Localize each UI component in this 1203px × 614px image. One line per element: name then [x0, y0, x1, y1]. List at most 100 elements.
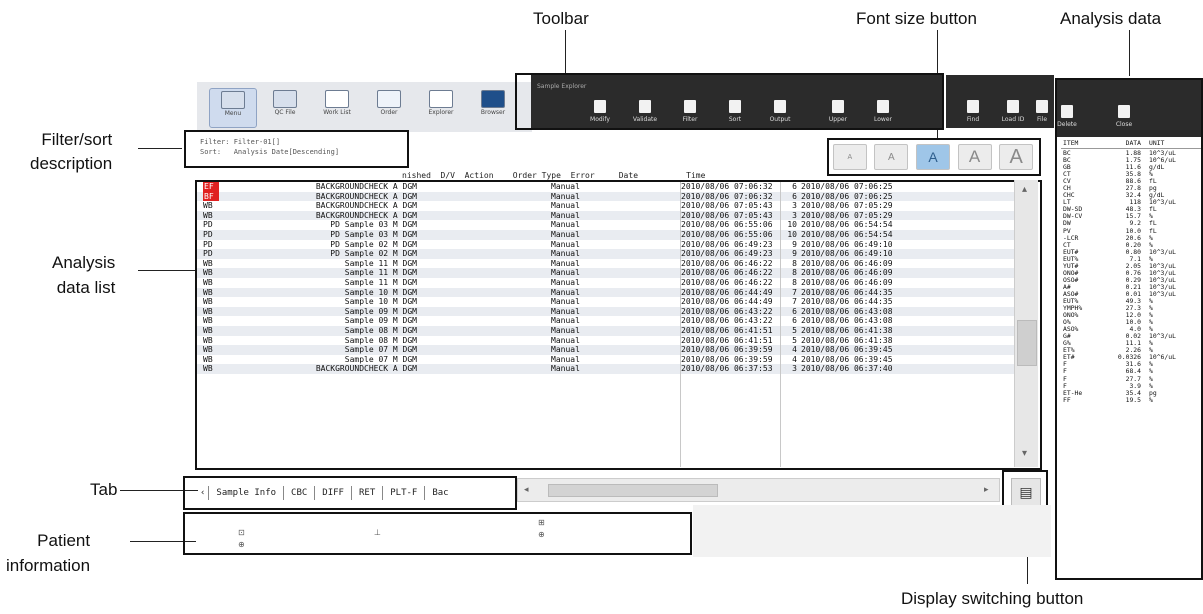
delete-icon	[1061, 105, 1073, 118]
order-button[interactable]: Order	[365, 88, 413, 128]
tab-ret[interactable]: RET	[352, 486, 384, 500]
output-button[interactable]: Output	[763, 99, 797, 129]
callout-analysis-data-list-line2: data list	[56, 278, 116, 297]
display-switching-button[interactable]: ▤	[1011, 478, 1041, 506]
font-size-button-s[interactable]: A	[874, 144, 909, 170]
tab-bar: ‹ Sample Info CBC DIFF RET PLT-F Bac	[197, 484, 513, 502]
patient-mark-4: ⊕	[538, 530, 545, 539]
callout-display-switching-button: Display switching button	[901, 589, 1084, 608]
header-item: ITEM	[1063, 139, 1079, 147]
modify-button[interactable]: Modify	[583, 99, 617, 129]
leader-toolbar	[565, 30, 566, 74]
patient-information: ⊡ ⊥ ⊞ ⊕ ⊕	[200, 518, 680, 558]
explorer-button[interactable]: Explorer	[417, 88, 465, 128]
callout-analysis-data-list-line1: Analysis	[52, 253, 116, 272]
work-list-button[interactable]: Work List	[313, 88, 361, 128]
callout-toolbar: Toolbar	[533, 9, 589, 28]
qc-file-button[interactable]: QC File	[261, 88, 309, 128]
font-size-buttons: A A A A A	[829, 140, 1037, 174]
callout-analysis-data: Analysis data	[1060, 9, 1162, 28]
scroll-up-icon[interactable]: ▴	[1022, 184, 1027, 195]
header-unit: UNIT	[1149, 139, 1165, 147]
order-icon	[377, 90, 401, 108]
tab-left-arrow[interactable]: ‹	[197, 486, 210, 500]
sort-icon	[729, 100, 741, 113]
tab-diff[interactable]: DIFF	[315, 486, 352, 500]
horizontal-scroll-thumb[interactable]	[548, 484, 718, 497]
callout-font-size-button: Font size button	[856, 9, 977, 28]
analysis-data-table: ITEM DATA UNIT BC 1.88 10^3/uL BC 1.75 10^6/u…	[1061, 139, 1201, 404]
upper-button[interactable]: Upper	[821, 99, 855, 129]
primary-toolbar: Menu QC File Work List Order Explorer Br…	[197, 82, 532, 132]
patient-mark-1: ⊡	[238, 528, 245, 537]
font-size-button-l[interactable]: A	[957, 144, 992, 170]
scroll-right-icon[interactable]: ▸	[984, 484, 989, 495]
worklist-icon	[325, 90, 349, 108]
explorer-toolbar-title: Sample Explorer	[537, 83, 587, 90]
output-icon	[774, 100, 786, 113]
leader-analysis-list	[138, 270, 196, 271]
tab-bac[interactable]: Bac	[425, 486, 455, 500]
font-size-button-xl[interactable]: A	[999, 144, 1034, 170]
callout-filter-sort: Filter/sort description	[30, 128, 112, 176]
filter-sort-description: Filter: Filter-01[] Sort: Analysis Date[D…	[200, 137, 339, 157]
right-toolbar: Find Load ID File	[946, 75, 1054, 128]
item-unit: 10^6/uL	[1149, 353, 1176, 362]
patient-mark-5: ⊕	[238, 540, 245, 549]
callout-tab: Tab	[90, 480, 118, 499]
callout-patient-information-line1: Patient	[37, 531, 91, 550]
sort-line: Sort: Analysis Date[Descending]	[200, 148, 340, 156]
analysis-row: FF 19.5%	[1061, 395, 1201, 404]
tab-cbc[interactable]: CBC	[284, 486, 316, 500]
vertical-scrollbar[interactable]: ▴ ▾	[1014, 180, 1038, 467]
empty-area	[693, 505, 1051, 557]
item-unit: 10^3/uL	[1149, 289, 1176, 298]
header-data: DATA	[1125, 139, 1141, 147]
leader-filter-sort	[138, 148, 182, 149]
callout-analysis-data-list: Analysis data list	[52, 250, 115, 300]
tab-sample-info[interactable]: Sample Info	[209, 486, 285, 500]
sort-button[interactable]: Sort	[718, 99, 752, 129]
explorer-toolbar: Sample Explorer Modify Validate Filter S…	[531, 75, 942, 128]
load-id-button[interactable]: Load ID	[996, 99, 1030, 129]
scroll-thumb[interactable]	[1017, 320, 1037, 366]
load-id-icon	[1007, 100, 1019, 113]
lower-button[interactable]: Lower	[866, 99, 900, 129]
menu-icon	[221, 91, 245, 109]
filter-button[interactable]: Filter	[673, 99, 707, 129]
folder-icon	[273, 90, 297, 108]
browser-button[interactable]: Browser	[469, 88, 517, 128]
font-size-button-m[interactable]: A	[915, 144, 950, 170]
callout-filter-sort-line1: Filter/sort	[41, 130, 113, 149]
file-button[interactable]: File	[1030, 99, 1054, 129]
explorer-icon	[429, 90, 453, 108]
horizontal-scrollbar[interactable]: ◂ ▸	[517, 478, 1000, 502]
analysis-table-header: ITEM DATA UNIT	[1061, 139, 1201, 149]
close-icon	[1118, 105, 1130, 118]
scroll-down-icon[interactable]: ▾	[1022, 448, 1027, 459]
filter-icon	[684, 100, 696, 113]
close-button[interactable]: Close	[1107, 104, 1141, 134]
callout-patient-information: Patient information	[6, 528, 90, 578]
delete-button[interactable]: Delete	[1057, 104, 1077, 134]
patient-mark-2: ⊥	[374, 528, 381, 537]
arrow-up-icon	[832, 100, 844, 113]
item-unit: %	[1149, 395, 1153, 404]
search-icon	[967, 100, 979, 113]
find-button[interactable]: Find	[956, 99, 990, 129]
scroll-left-icon[interactable]: ◂	[524, 484, 529, 495]
patient-mark-3: ⊞	[538, 518, 545, 527]
validate-button[interactable]: Validate	[628, 99, 662, 129]
leader-analysis-data	[1129, 30, 1130, 76]
item-name: FF	[1063, 395, 1071, 404]
tab-plt-f[interactable]: PLT-F	[383, 486, 426, 500]
item-value: 19.5	[1125, 395, 1141, 404]
validate-icon	[639, 100, 651, 113]
font-size-button-xs[interactable]: A	[832, 144, 867, 170]
panel-toolbar-strip: Delete Close	[1057, 80, 1201, 137]
callout-filter-sort-line2: description	[30, 154, 113, 173]
analysis-list-frame	[195, 180, 1042, 470]
browser-icon	[481, 90, 505, 108]
modify-icon	[594, 100, 606, 113]
menu-button[interactable]: Menu	[209, 88, 257, 128]
